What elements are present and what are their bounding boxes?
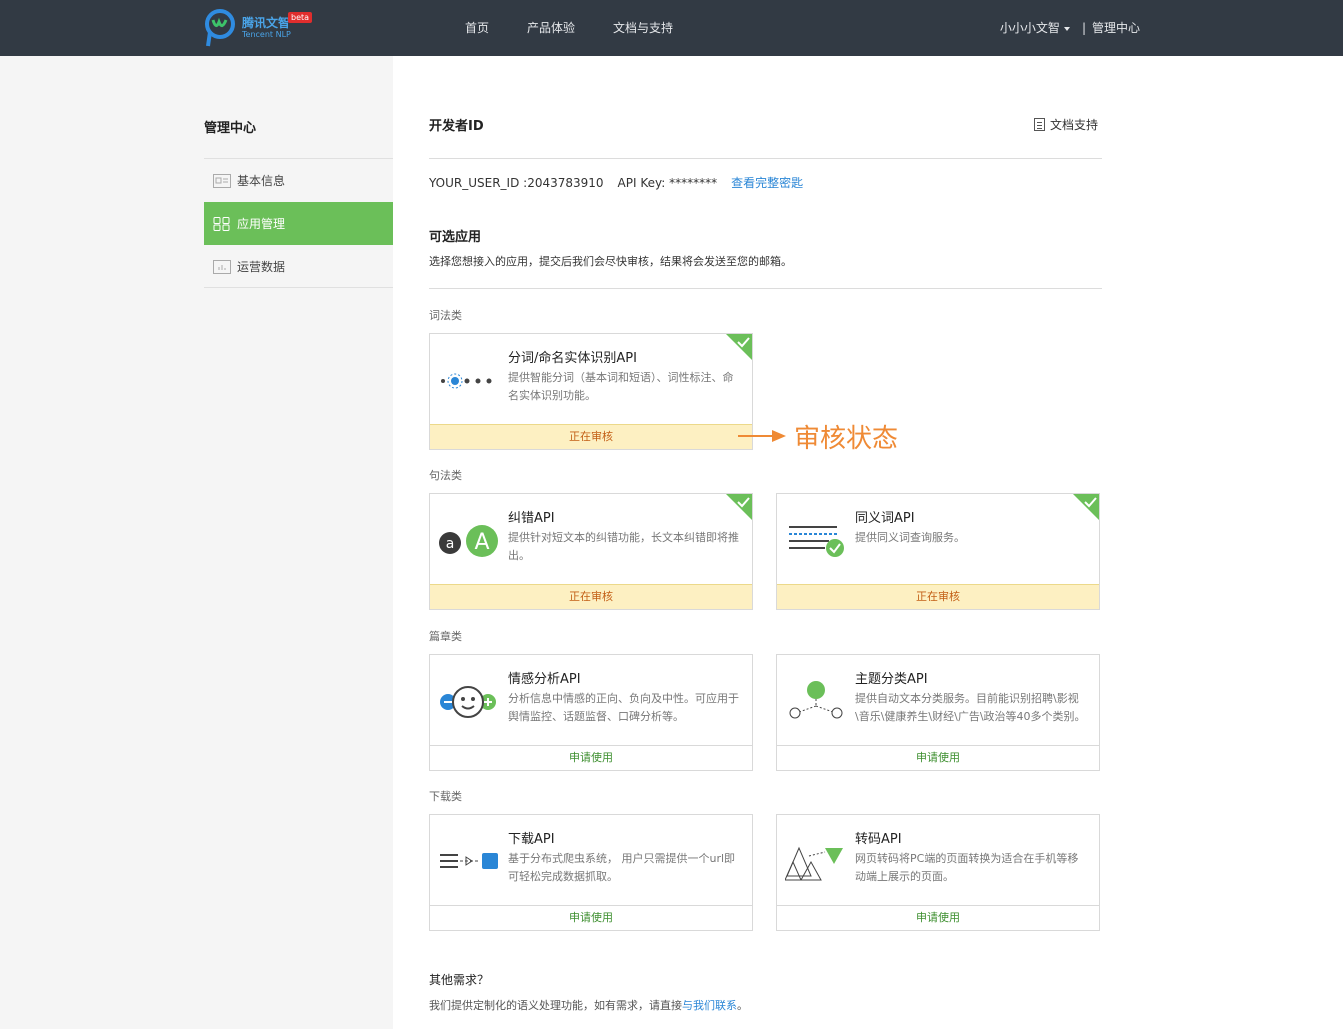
- section-title: 可选应用: [429, 230, 482, 245]
- divider: [429, 158, 1102, 159]
- view-full-key-link[interactable]: 查看完整密匙: [731, 176, 803, 190]
- user-area: 小小小文智 | 管理中心: [1000, 0, 1140, 56]
- sidebar-item-label: 运营数据: [237, 260, 286, 274]
- contact-us-link[interactable]: 与我们联系: [682, 999, 737, 1012]
- logo-text: 腾讯文智: [242, 16, 291, 30]
- card-title: 转码API: [855, 832, 902, 847]
- sidebar-item-app-management[interactable]: 应用管理: [204, 202, 393, 245]
- category-discourse: 篇章类: [429, 630, 462, 643]
- doc-support-link[interactable]: 文档支持: [1034, 116, 1098, 133]
- logo-icon: [205, 9, 235, 47]
- logo-subtitle: Tencent NLP: [242, 30, 291, 39]
- card-title: 分词/命名实体识别API: [508, 351, 637, 366]
- sidebar-item-operations-data[interactable]: 运营数据: [204, 245, 393, 288]
- top-navbar: 腾讯文智 Tencent NLP beta 首页 产品体验 文档与支持 小小小文…: [0, 0, 1343, 56]
- api-card-segmentation[interactable]: 分词/命名实体识别API 提供智能分词（基本词和短语）、词性标注、命名实体识别功…: [429, 333, 753, 450]
- sidebar-item-label: 应用管理: [237, 217, 286, 231]
- apply-button[interactable]: 申请使用: [430, 745, 752, 770]
- id-card-icon: [213, 173, 231, 188]
- selected-check-icon: [726, 334, 752, 360]
- review-status: 正在审核: [430, 424, 752, 449]
- card-title: 情感分析API: [508, 672, 581, 687]
- api-key: API Key: ********: [617, 176, 718, 190]
- nav-home[interactable]: 首页: [448, 0, 506, 56]
- topic-icon: [789, 681, 843, 719]
- admin-center-link[interactable]: 管理中心: [1092, 21, 1140, 35]
- sidebar-item-label: 基本信息: [237, 174, 286, 188]
- apply-button[interactable]: 申请使用: [777, 745, 1099, 770]
- segmentation-icon: [441, 373, 492, 389]
- section-description: 选择您想接入的应用，提交后我们会尽快审核，结果将会发送至您的邮箱。: [429, 255, 792, 268]
- svg-text:a: a: [446, 536, 455, 552]
- main-nav: 首页 产品体验 文档与支持: [448, 0, 690, 56]
- card-description: 分析信息中情感的正向、负向及中性。可应用于舆情监控、话题监督、口碑分析等。: [508, 692, 739, 723]
- selected-check-icon: [726, 494, 752, 520]
- api-card-sentiment[interactable]: 情感分析API 分析信息中情感的正向、负向及中性。可应用于舆情监控、话题监督、口…: [429, 654, 753, 771]
- card-title: 纠错API: [508, 511, 555, 526]
- api-card-correction[interactable]: a A 纠错API 提供针对短文本的纠错功能，长文本纠错即将推出。 正在审核: [429, 493, 753, 610]
- card-description: 提供同义词查询服务。: [855, 531, 965, 544]
- category-lexical: 词法类: [429, 309, 462, 322]
- category-syntactic: 句法类: [429, 469, 462, 482]
- review-status-annotation: 审核状态: [794, 424, 899, 454]
- other-needs-description: 我们提供定制化的语义处理功能，如有需求，请直接与我们联系。: [429, 997, 748, 1013]
- grid-icon: [213, 216, 230, 231]
- other-needs-title: 其他需求？: [429, 973, 490, 987]
- user-menu[interactable]: 小小小文智: [1000, 21, 1060, 35]
- chevron-down-icon[interactable]: [1063, 26, 1070, 31]
- nav-docs-support[interactable]: 文档与支持: [596, 0, 690, 56]
- card-description: 提供针对短文本的纠错功能，长文本纠错即将推出。: [508, 531, 739, 562]
- review-status: 正在审核: [430, 584, 752, 609]
- doc-support-label: 文档支持: [1050, 118, 1099, 132]
- other-needs-text: 我们提供定制化的语义处理功能，如有需求，请直接: [429, 999, 682, 1012]
- sentiment-icon: [440, 686, 496, 718]
- divider: [429, 288, 1102, 289]
- apply-button[interactable]: 申请使用: [430, 905, 752, 930]
- developer-credentials: YOUR_USER_ID :2043783910 API Key: *******…: [429, 174, 803, 191]
- review-status: 正在审核: [777, 584, 1099, 609]
- api-card-download[interactable]: 下载API 基于分布式爬虫系统， 用户只需提供一个url即可轻松完成数据抓取。 …: [429, 814, 753, 931]
- correction-icon: a A: [439, 525, 498, 557]
- nav-product-trial[interactable]: 产品体验: [506, 0, 596, 56]
- selected-check-icon: [1073, 494, 1099, 520]
- category-download: 下载类: [429, 790, 462, 803]
- card-title: 同义词API: [855, 511, 915, 526]
- divider: [204, 287, 393, 288]
- apply-button[interactable]: 申请使用: [777, 905, 1099, 930]
- api-card-synonym[interactable]: 同义词API 提供同义词查询服务。 正在审核: [776, 493, 1100, 610]
- download-icon: [440, 853, 498, 869]
- card-title: 下载API: [508, 832, 555, 847]
- card-description: 基于分布式爬虫系统， 用户只需提供一个url即可轻松完成数据抓取。: [508, 852, 736, 883]
- synonym-icon: [789, 526, 844, 557]
- api-card-topic[interactable]: 主题分类API 提供自动文本分类服务。目前能识别招聘\影视\音乐\健康养生\财经…: [776, 654, 1100, 771]
- beta-badge: beta: [288, 12, 313, 23]
- api-card-transcode[interactable]: 转码API 网页转码将PC端的页面转换为适合在手机等移动端上展示的页面。 申请使…: [776, 814, 1100, 931]
- sidebar-title: 管理中心: [204, 121, 257, 136]
- svg-text:A: A: [474, 530, 489, 555]
- logo[interactable]: 腾讯文智 Tencent NLP beta: [204, 8, 314, 48]
- sidebar-item-basic-info[interactable]: 基本信息: [204, 159, 393, 202]
- separator: |: [1081, 21, 1086, 35]
- chart-icon: [213, 259, 231, 274]
- card-title: 主题分类API: [855, 672, 928, 687]
- document-icon: [1034, 118, 1045, 131]
- user-id: YOUR_USER_ID :2043783910: [429, 176, 604, 190]
- other-needs-end: 。: [737, 999, 748, 1012]
- card-description: 提供自动文本分类服务。目前能识别招聘\影视\音乐\健康养生\财经\广告\政治等4…: [855, 692, 1086, 723]
- card-description: 网页转码将PC端的页面转换为适合在手机等移动端上展示的页面。: [855, 852, 1079, 883]
- transcode-icon: [785, 846, 843, 881]
- card-description: 提供智能分词（基本词和短语）、词性标注、命名实体识别功能。: [508, 371, 734, 402]
- page-title: 开发者ID: [429, 119, 484, 134]
